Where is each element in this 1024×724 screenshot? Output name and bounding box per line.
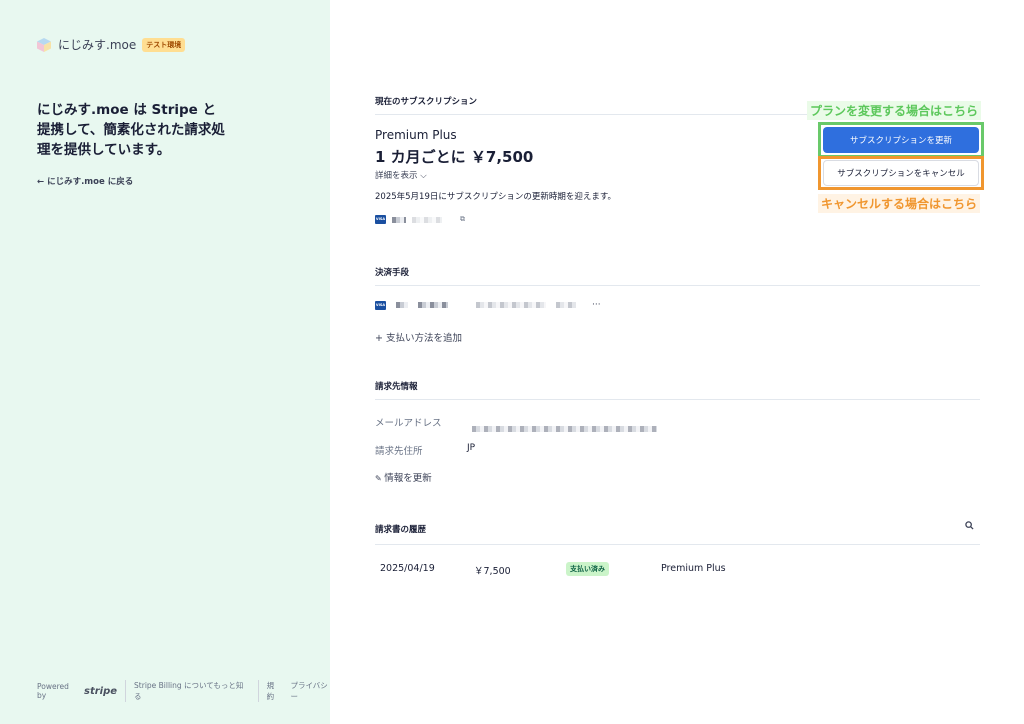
payment-method-row[interactable]: VISA ··· <box>375 300 601 310</box>
add-payment-method-link[interactable]: + 支払い方法を追加 <box>375 330 462 344</box>
billing-section-title: 請求先情報 <box>375 382 418 392</box>
address-value: JP <box>467 443 476 453</box>
invoice-date: 2025/04/19 <box>380 563 435 574</box>
masked-card-number <box>418 302 448 308</box>
edit-icon: ✎ <box>375 474 385 483</box>
divider <box>257 680 259 702</box>
email-label: メールアドレス <box>375 418 442 429</box>
status-badge: 支払い済み <box>566 562 609 576</box>
billing-learn-more-link[interactable]: Stripe Billing についてもっと知る <box>134 680 250 702</box>
search-icon[interactable] <box>965 521 974 533</box>
address-label: 請求先住所 <box>375 446 423 457</box>
footer: Powered by stripe Stripe Billing についてもっと… <box>37 680 330 702</box>
masked-email <box>472 418 657 437</box>
subscription-section-title: 現在のサブスクリプション <box>375 97 478 107</box>
back-link[interactable]: ← にじみす.moe に戻る <box>37 175 133 187</box>
external-link-icon[interactable]: ⧉ <box>460 215 465 224</box>
plan-price: 1 カ月ごとに ￥7,500 <box>375 148 534 166</box>
subscription-card: VISA ⧉ <box>375 215 465 224</box>
masked-card-number <box>412 216 442 223</box>
visa-icon: VISA <box>375 300 386 310</box>
masked-card-number <box>392 216 406 223</box>
renewal-text: 2025年5月19日にサブスクリプションの更新時期を迎えます。 <box>375 192 617 202</box>
payment-section-title: 決済手段 <box>375 268 410 278</box>
cube-logo-icon <box>37 37 51 52</box>
test-env-badge: テスト環境 <box>142 37 186 52</box>
left-panel: にじみす.moe テスト環境 にじみす.moe は Stripe と提携して、簡… <box>0 0 330 724</box>
privacy-link[interactable]: プライバシー <box>290 680 330 702</box>
cancel-subscription-button[interactable]: サブスクリプションをキャンセル <box>823 160 979 186</box>
invoice-section-title: 請求書の履歴 <box>375 525 427 535</box>
tagline: にじみす.moe は Stripe と提携して、簡素化された請求処理を提供してい… <box>37 102 225 158</box>
visa-icon: VISA <box>375 215 386 224</box>
update-info-link[interactable]: ✎ 情報を更新 <box>375 470 432 484</box>
divider <box>375 285 980 286</box>
update-subscription-button[interactable]: サブスクリプションを更新 <box>823 127 979 153</box>
invoice-plan: Premium Plus <box>661 563 726 574</box>
terms-link[interactable]: 規約 <box>267 680 281 702</box>
masked-card-number <box>396 302 408 308</box>
details-toggle[interactable]: 詳細を表示 ⌵ <box>375 169 427 181</box>
divider <box>375 399 980 400</box>
powered-by-label: Powered by <box>37 682 69 700</box>
brand-name: にじみす.moe <box>58 38 137 52</box>
divider <box>375 544 980 545</box>
update-info-label: 情報を更新 <box>384 473 432 484</box>
invoice-amount: ￥7,500 <box>474 566 511 577</box>
divider <box>125 680 127 702</box>
plan-name: Premium Plus <box>375 128 457 142</box>
cancel-plan-annotation: キャンセルする場合はこちら <box>818 194 981 213</box>
change-plan-annotation: プランを変更する場合はこちら <box>807 101 982 120</box>
masked-expiry <box>476 302 546 308</box>
logo[interactable]: にじみす.moe テスト環境 <box>36 36 186 53</box>
more-options-icon[interactable]: ··· <box>592 300 601 310</box>
stripe-logo[interactable]: stripe <box>84 686 117 697</box>
masked-expiry <box>556 302 576 308</box>
